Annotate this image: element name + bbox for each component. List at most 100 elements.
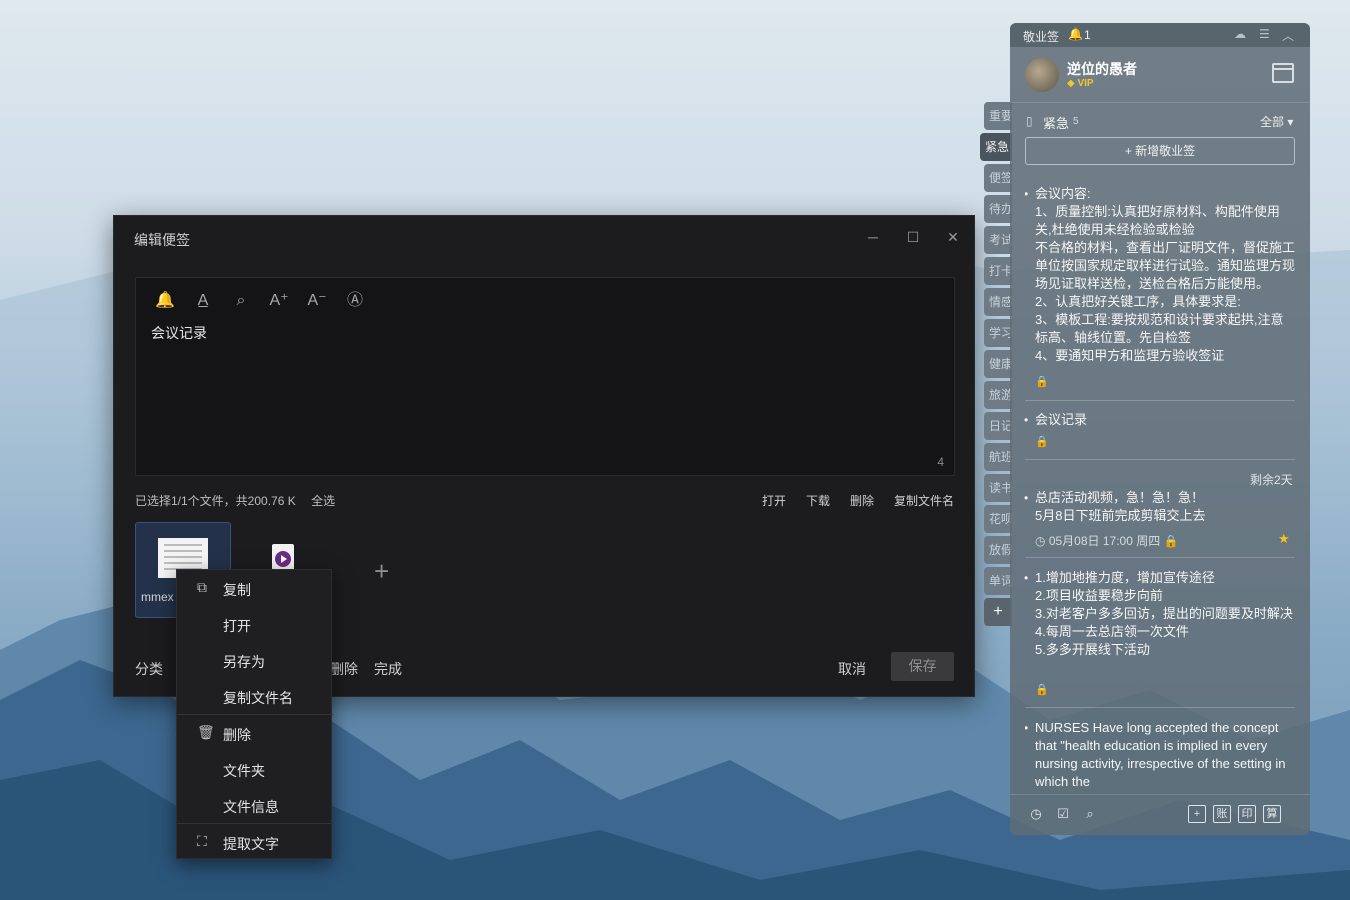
menu-item-label: 打开 [223, 618, 251, 634]
maximize-button[interactable]: ☐ [904, 228, 922, 246]
menu-item-label: 提取文字 [223, 836, 279, 852]
side-tab[interactable]: 紧急 [980, 133, 1012, 161]
calculator-icon[interactable]: 算 [1263, 805, 1281, 823]
print-icon[interactable]: 印 [1238, 805, 1256, 823]
category-count: 5 [1073, 116, 1079, 127]
side-tab[interactable]: 航班 [984, 443, 1012, 471]
lock-icon: 🔒 [1035, 684, 1049, 696]
menu-icon[interactable]: ☰ [1259, 27, 1270, 41]
note-line: 总店活动视频，急！急！急！ [1035, 490, 1205, 505]
lock-icon: 🔒 [1035, 376, 1049, 388]
minimize-button[interactable]: ─ [864, 228, 882, 246]
done-button[interactable]: 完成 [374, 659, 402, 679]
filter-dropdown[interactable]: 全部 ▾ [1260, 113, 1293, 130]
note-item[interactable]: • 总店活动视频，急！急！急！ 5月8日下班前完成剪辑交上去 [1024, 489, 1295, 525]
menu-item-label: 文件夹 [223, 763, 265, 779]
file-context-menu: ⧉ 复制 打开 另存为 复制文件名 🗑 删除 文件夹 文件信息 ⛶ 提取文字 [176, 569, 333, 860]
note-content[interactable]: 会议记录 [151, 323, 207, 343]
side-tab[interactable]: 读书 [984, 474, 1012, 502]
cancel-button[interactable]: 取消 [838, 659, 866, 679]
clock-icon[interactable]: ◷ [1027, 805, 1045, 823]
side-tab[interactable]: 打卡 [984, 257, 1012, 285]
note-line: 会议记录 [1035, 412, 1088, 427]
menu-item-delete[interactable]: 🗑 删除 [177, 715, 333, 751]
cloud-sync-icon[interactable]: ☁ [1234, 27, 1246, 41]
add-box-icon[interactable]: + [1188, 805, 1206, 823]
avatar[interactable] [1025, 58, 1059, 92]
side-tab[interactable]: 情感 [984, 288, 1012, 316]
note-line: 5月8日下班前完成剪辑交上去 [1035, 508, 1206, 523]
close-button[interactable]: ✕ [944, 228, 962, 246]
side-tab[interactable]: 便签 [984, 164, 1012, 192]
copy-filename-button[interactable]: 复制文件名 [894, 492, 954, 509]
note-line: 2.项目收益要稳步向前 [1035, 588, 1163, 603]
menu-item-extract-text[interactable]: ⛶ 提取文字 [177, 824, 333, 860]
calendar-check-icon[interactable]: ☑ [1054, 805, 1072, 823]
menu-item-label: 删除 [223, 727, 251, 743]
side-tab[interactable]: 旅游 [984, 381, 1012, 409]
panel-title-bar: 敬业签 🔔 1 ☁ ☰ ︿ [1010, 23, 1310, 47]
new-note-button[interactable]: + 新增敬业签 [1025, 137, 1295, 165]
menu-item-copy[interactable]: ⧉ 复制 [177, 570, 333, 606]
open-file-button[interactable]: 打开 [762, 492, 786, 509]
note-item[interactable]: • 1.增加地推力度，增加宣传途径 2.项目收益要稳步向前 3.对老客户多多回访… [1024, 569, 1295, 659]
note-line: 5.多多开展线下活动 [1035, 642, 1150, 657]
attachment-name: mmex [141, 590, 174, 604]
note-divider [1025, 400, 1295, 401]
menu-item-file-info[interactable]: 文件信息 [177, 787, 333, 823]
side-tab[interactable]: 重要 [984, 102, 1012, 130]
font-decrease-icon[interactable]: A⁻ [306, 290, 328, 312]
add-category-button[interactable]: + [984, 598, 1012, 626]
file-actions: 打开 下载 删除 复制文件名 [762, 492, 954, 509]
collapse-icon[interactable]: ︿ [1282, 27, 1294, 44]
side-tab[interactable]: 考试 [984, 226, 1012, 254]
select-all-link[interactable]: 全选 [311, 494, 335, 508]
bottom-actions: 删除 完成 [330, 659, 402, 679]
menu-item-folder[interactable]: 文件夹 [177, 751, 333, 787]
note-line: 2、认真把好关键工序，具体要求是: [1035, 294, 1241, 309]
sticky-note-panel: 敬业签 🔔 1 ☁ ☰ ︿ 逆位的愚者 ◆ VIP ▯ 紧急 5 全部 ▾ + … [1010, 23, 1310, 835]
menu-item-open[interactable]: 打开 [177, 606, 333, 642]
ledger-icon[interactable]: 账 [1213, 805, 1231, 823]
note-line: 不合格的材料，查看出厂证明文件，督促施工单位按国家规定取样进行试验。通知监理方现… [1035, 240, 1295, 291]
calendar-icon[interactable] [1272, 63, 1294, 83]
note-item[interactable]: • 会议记录 [1024, 411, 1295, 429]
note-divider [1025, 459, 1295, 460]
side-tab[interactable]: 放假 [984, 536, 1012, 564]
reminder-time-text: 05月08日 17:00 周四 [1048, 534, 1161, 548]
menu-item-label: 复制文件名 [223, 690, 293, 706]
side-tab[interactable]: 单词 [984, 567, 1012, 595]
side-tab[interactable]: 待办 [984, 195, 1012, 223]
menu-item-copy-filename[interactable]: 复制文件名 [177, 678, 333, 714]
search-icon[interactable]: ⌕ [1081, 805, 1099, 823]
side-tab[interactable]: 学习 [984, 319, 1012, 347]
delete-file-button[interactable]: 删除 [850, 492, 874, 509]
category-button[interactable]: 分类 [135, 659, 163, 679]
menu-item-save-as[interactable]: 另存为 [177, 642, 333, 678]
window-title: 编辑便签 [134, 232, 190, 248]
text-format-icon[interactable]: Ⓐ [344, 290, 366, 312]
star-icon[interactable]: ★ [1278, 531, 1290, 547]
note-line: 4、要通知甲方和监理方验收签证 [1035, 348, 1225, 363]
search-icon[interactable]: ⌕ [230, 290, 252, 312]
note-editor[interactable]: 🔔 A̲ ⌕ A⁺ A⁻ Ⓐ 会议记录 4 [135, 277, 955, 476]
note-line: 4.每周一去总店领一次文件 [1035, 624, 1189, 639]
username[interactable]: 逆位的愚者 [1067, 59, 1137, 79]
add-attachment-button[interactable]: + [374, 556, 389, 587]
side-tab[interactable]: 日记 [984, 412, 1012, 440]
menu-item-label: 复制 [223, 582, 251, 598]
reminder-bell-icon[interactable]: 🔔 [154, 290, 176, 312]
side-tab[interactable]: 花呗 [984, 505, 1012, 533]
note-item[interactable]: • NURSES Have long accepted the concept … [1025, 719, 1295, 791]
side-tab[interactable]: 健康 [984, 350, 1012, 378]
note-divider [1025, 707, 1295, 708]
download-file-button[interactable]: 下载 [806, 492, 830, 509]
char-count: 4 [937, 455, 944, 469]
note-item[interactable]: • 会议内容: 1、质量控制:认真把好原材料、构配件使用关,杜绝使用未经检验或检… [1025, 185, 1295, 363]
save-button[interactable]: 保存 [891, 652, 954, 681]
text-color-icon[interactable]: A̲ [192, 290, 214, 312]
delete-note-button[interactable]: 删除 [330, 659, 358, 679]
font-increase-icon[interactable]: A⁺ [268, 290, 290, 312]
video-file-icon[interactable] [272, 544, 294, 570]
bell-icon[interactable]: 🔔 [1068, 27, 1083, 41]
